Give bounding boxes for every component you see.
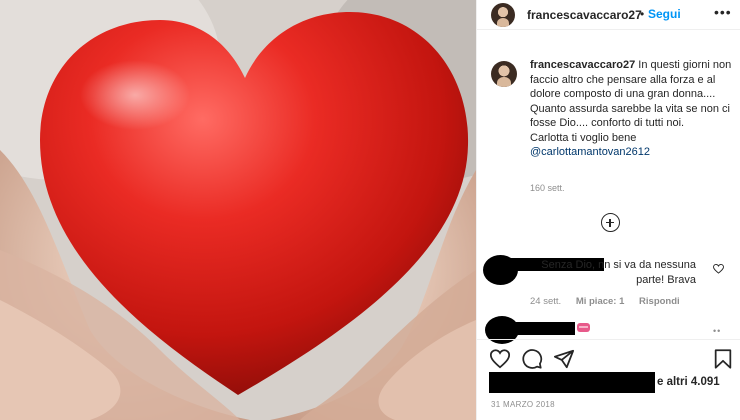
caption-avatar[interactable] — [491, 61, 517, 87]
post-sidebar: francescavaccaro27 • Segui ••• francesca… — [476, 0, 740, 420]
caption: francescavaccaro27 In questi giorni non … — [530, 58, 732, 160]
post-image — [0, 0, 476, 420]
comment-meta: 24 sett. Mi piace: 1 Rispondi — [530, 296, 692, 307]
bookmark-icon[interactable] — [712, 348, 734, 370]
comment-text: Senza Dio, nn si va da nessuna parte! Br… — [541, 259, 696, 286]
likes-row: e altri 4.091 — [477, 372, 740, 394]
ellipsis-icon[interactable]: ••• — [714, 4, 732, 20]
comment-icon[interactable] — [521, 348, 543, 370]
comment-time: 24 sett. — [530, 296, 562, 307]
header-separator: • — [640, 7, 645, 21]
redacted-username — [499, 322, 575, 335]
caption-line2: Carlotta ti voglio bene — [530, 131, 637, 144]
plus-circle-icon[interactable] — [601, 213, 620, 232]
follow-button[interactable]: Segui — [648, 7, 681, 21]
reply-button[interactable]: Rispondi — [639, 296, 680, 307]
paper-plane-icon[interactable] — [553, 348, 575, 370]
caption-username[interactable]: francescavaccaro27 — [530, 59, 635, 71]
likes-count[interactable]: e altri 4.091 — [657, 376, 720, 388]
caption-mention[interactable]: @carlottamantovan2612 — [530, 146, 650, 158]
heart-in-hands-image — [0, 0, 476, 420]
heart-icon[interactable] — [713, 264, 724, 274]
avatar[interactable] — [491, 3, 515, 27]
post-header: francescavaccaro27 • Segui ••• — [477, 0, 740, 30]
comment-likes[interactable]: Mi piace: 1 — [576, 296, 625, 307]
caption-time: 160 sett. — [530, 183, 565, 193]
heart-icon[interactable] — [489, 348, 511, 370]
ellipsis-icon[interactable]: •• — [713, 326, 721, 336]
action-bar — [477, 339, 740, 375]
redacted-likers — [489, 372, 655, 393]
lipstick-emoji — [577, 323, 590, 332]
header-username[interactable]: francescavaccaro27 — [527, 8, 642, 22]
post-date: 31 MARZO 2018 — [491, 400, 555, 409]
